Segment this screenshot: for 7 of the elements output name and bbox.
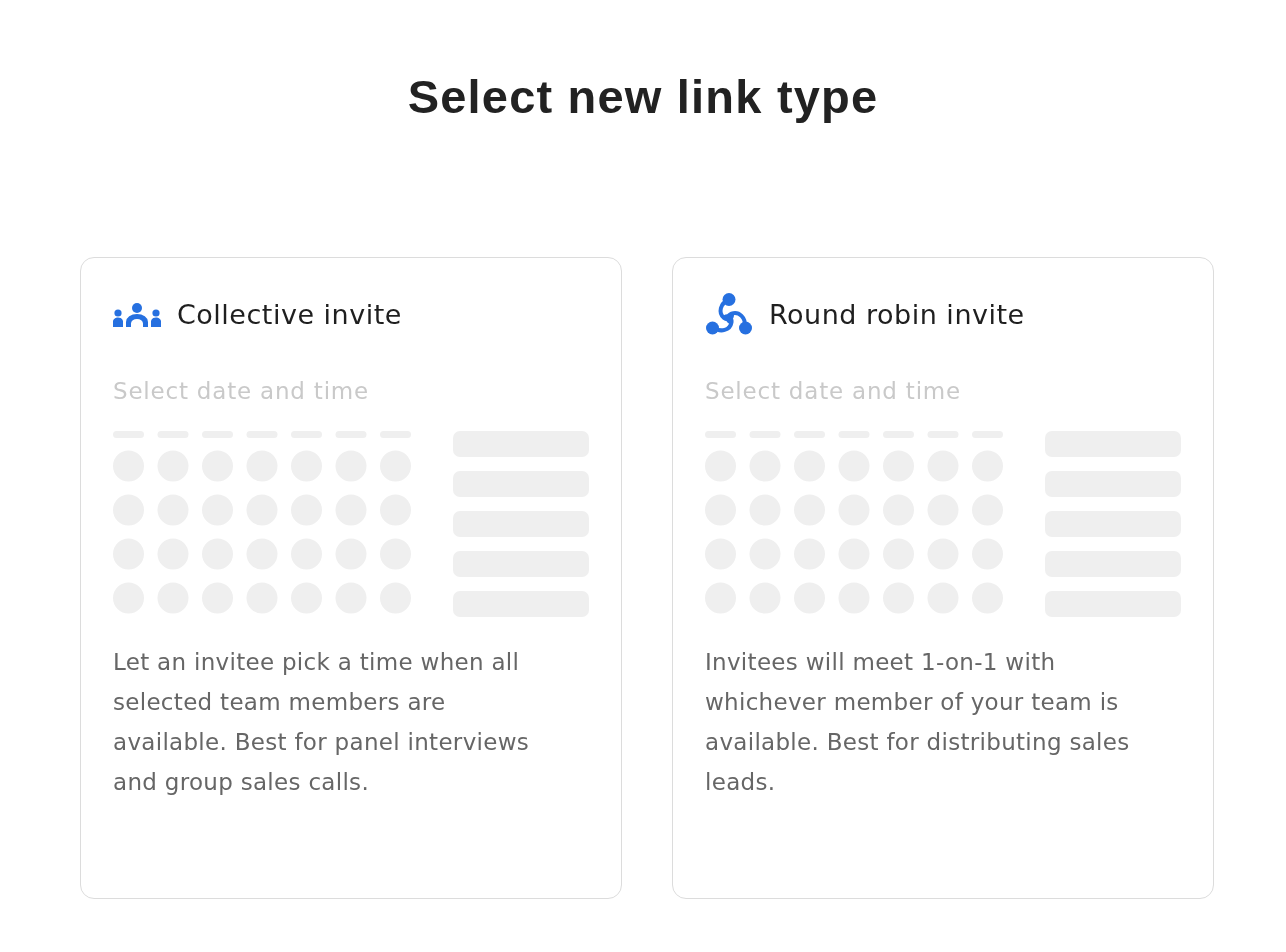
page-title: Select new link type bbox=[407, 69, 879, 125]
people-group-icon bbox=[113, 303, 161, 327]
three-node-cycle-icon bbox=[705, 293, 753, 337]
card-description: Let an invitee pick a time when all selected team members are available. Best for panel interviews and group sales calls. bbox=[113, 648, 530, 797]
card-title: Collective invite bbox=[177, 298, 402, 332]
card-description: Invitees will meet 1-on-1 with whichever member of your team is available. Best for distributing sales leads. bbox=[705, 648, 1130, 797]
card-title: Round robin invite bbox=[769, 298, 1025, 332]
